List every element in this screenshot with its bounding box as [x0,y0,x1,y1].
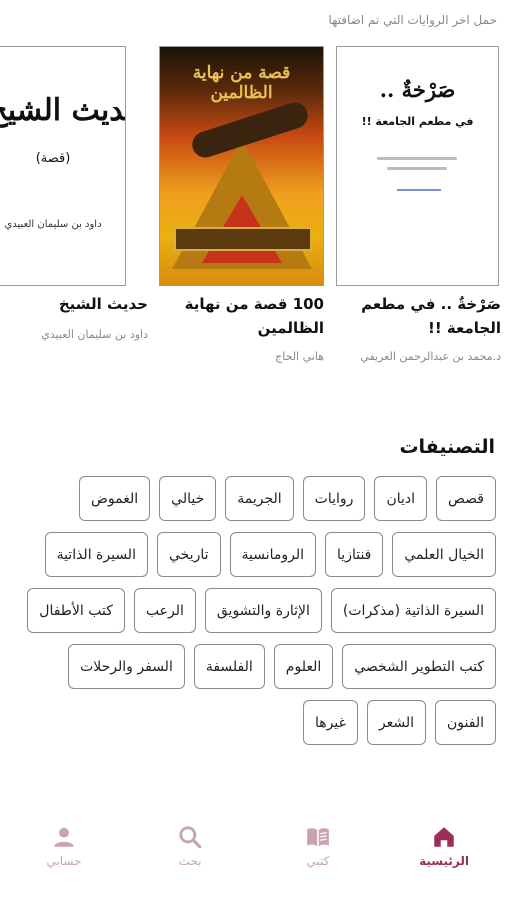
category-chip[interactable]: الخيال العلمي [392,532,496,577]
category-chip[interactable]: قصص [436,476,496,521]
home-icon [434,827,454,847]
categories-grid: قصص اديان روايات الجريمة خيالي الغموض ال… [10,476,496,756]
category-chip[interactable]: الفنون [435,700,496,745]
search-icon [179,826,202,849]
category-chip[interactable]: الفلسفة [193,644,265,689]
cover-subtitle: في مطعم الجامعة !! [361,115,474,128]
book-title[interactable]: حديث الشيخ [0,292,148,316]
latest-books-carousel[interactable]: صَرْخةٌ .. في مطعم الجامعة !! صَرْخةٌ ..… [0,40,507,380]
category-row: الفنون الشعر غيرها [10,700,496,745]
category-chip[interactable]: الرعب [133,588,196,633]
category-chip[interactable]: روايات [302,476,366,521]
category-chip[interactable]: كتب التطوير الشخصي [342,644,496,689]
category-chip[interactable]: خيالي [159,476,217,521]
category-chip[interactable]: العلوم [273,644,334,689]
book-cover[interactable]: قصة من نهاية الظالمين [159,46,324,286]
category-chip[interactable]: الإثارة والتشويق [204,588,322,633]
categories-title: التصنيفات [399,436,495,458]
nav-search-label: بحث [178,854,202,868]
nav-search[interactable]: بحث [150,824,230,868]
nav-my-books-label: كتبي [306,854,330,868]
book-title[interactable]: 100 قصة من نهاية الظالمين [156,292,324,340]
category-chip[interactable]: فنتازيا [325,532,384,577]
cover-band [174,227,312,251]
person-icon [54,827,74,847]
book-icon [307,828,329,847]
category-chip[interactable]: تاريخي [156,532,221,577]
category-chip[interactable]: الرومانسية [229,532,317,577]
book-author: هاني الحاج [275,350,324,363]
book-title[interactable]: صَرْخةٌ .. في مطعم الجامعة !! [333,292,501,340]
cover-link [397,189,441,191]
book-cover[interactable]: حديث الشيخ (قصة) داود بن سليمان العبيدي [0,46,126,286]
category-row: كتب التطوير الشخصي العلوم الفلسفة السفر … [10,644,496,689]
category-chip[interactable]: السيرة الذاتية [44,532,148,577]
nav-account-label: حسابي [46,854,82,868]
category-row: الخيال العلمي فنتازيا الرومانسية تاريخي … [10,532,496,577]
category-chip[interactable]: السفر والرحلات [68,644,185,689]
category-chip[interactable]: كتب الأطفال [27,588,125,633]
book-cover[interactable]: صَرْخةٌ .. في مطعم الجامعة !! [336,46,499,286]
category-chip[interactable]: الشعر [366,700,427,745]
book-author: داود بن سليمان العبيدي [41,328,148,341]
cover-author: داود بن سليمان العبيدي [4,219,102,230]
cover-author-line [387,167,447,170]
category-chip[interactable]: السيرة الذاتية (مذكرات) [330,588,496,633]
book-author: د.محمد بن عبدالرحمن العريفي [360,350,501,363]
cover-title: حديث الشيخ [0,93,126,128]
nav-my-books[interactable]: كتبي [278,824,358,868]
cover-subtitle: (قصة) [35,151,71,166]
category-row: قصص اديان روايات الجريمة خيالي الغموض [10,476,496,521]
category-chip[interactable]: اديان [374,476,428,521]
cover-title: قصة من نهاية الظالمين [192,63,291,103]
cover-author-line [377,157,457,160]
latest-novels-hint: حمل اخر الروايات التي تم اضافتها [328,13,497,27]
category-chip[interactable]: الغموض [78,476,151,521]
category-row: السيرة الذاتية (مذكرات) الإثارة والتشويق… [10,588,496,633]
nav-account[interactable]: حسابي [24,824,104,868]
cover-title: صَرْخةٌ .. [379,77,456,102]
nav-home-label: الرئيسية [419,854,469,868]
bottom-navigation: الرئيسية كتبي بحث حسابي [0,812,507,900]
category-chip[interactable]: الجريمة [225,476,294,521]
category-chip[interactable]: غيرها [302,700,358,745]
nav-home[interactable]: الرئيسية [404,824,484,868]
